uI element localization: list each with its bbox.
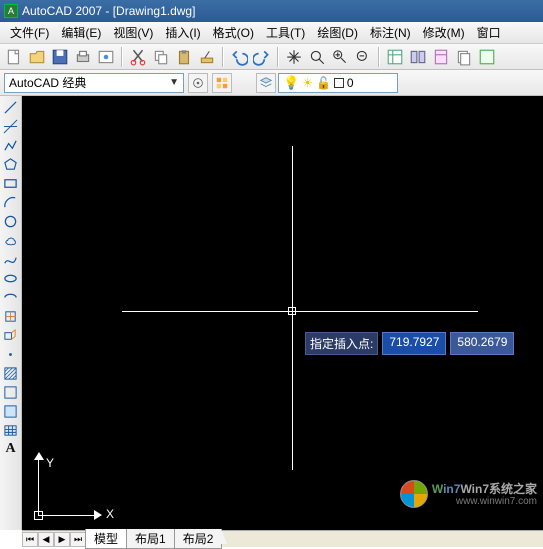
pan-icon[interactable] xyxy=(284,47,304,67)
design-center-icon[interactable] xyxy=(408,47,428,67)
dyn-prompt: 指定插入点: xyxy=(305,332,378,355)
undo-icon[interactable] xyxy=(229,47,249,67)
tab-model[interactable]: 模型 xyxy=(85,529,127,549)
tab-nav-prev-icon[interactable]: ◀ xyxy=(38,532,54,547)
tab-layout2[interactable]: 布局2 xyxy=(174,529,223,549)
separator xyxy=(222,47,224,67)
point-icon[interactable] xyxy=(2,345,20,363)
layer-toolbar: 💡 ☀ 🔓 0 xyxy=(256,73,398,93)
dynamic-input: 指定插入点: 719.7927 580.2679 xyxy=(305,332,514,355)
menu-tools[interactable]: 工具(T) xyxy=(260,22,311,43)
redo-icon[interactable] xyxy=(252,47,272,67)
window-title: AutoCAD 2007 - [Drawing1.dwg] xyxy=(22,4,195,18)
menu-bar: 文件(F) 编辑(E) 视图(V) 插入(I) 格式(O) 工具(T) 绘图(D… xyxy=(0,22,543,44)
color-swatch xyxy=(334,78,344,88)
ellipse-icon[interactable] xyxy=(2,269,20,287)
plot-preview-icon[interactable] xyxy=(96,47,116,67)
table-icon[interactable] xyxy=(2,421,20,439)
work-area: A 指定插入点: 719.7927 580.2679 Y X Win7Win7系… xyxy=(0,96,543,530)
menu-annotate[interactable]: 标注(N) xyxy=(364,22,417,43)
tab-layout1[interactable]: 布局1 xyxy=(126,529,175,549)
ucs-icon: Y X xyxy=(30,448,120,528)
zoom-previous-icon[interactable] xyxy=(353,47,373,67)
menu-modify[interactable]: 修改(M) xyxy=(417,22,471,43)
print-icon[interactable] xyxy=(73,47,93,67)
construction-line-icon[interactable] xyxy=(2,117,20,135)
save-icon[interactable] xyxy=(50,47,70,67)
dyn-x[interactable]: 719.7927 xyxy=(382,332,446,355)
windows-logo-icon xyxy=(400,480,428,508)
draw-toolbar: A xyxy=(0,96,22,530)
tool-palettes-icon[interactable] xyxy=(431,47,451,67)
crosshair-horizontal xyxy=(122,311,478,312)
arc-icon[interactable] xyxy=(2,193,20,211)
text-icon[interactable]: A xyxy=(2,440,20,458)
layout-tabs: ⏮ ◀ ▶ ⏭ 模型 布局1 布局2 xyxy=(22,530,543,547)
new-icon[interactable] xyxy=(4,47,24,67)
bulb-icon: 💡 xyxy=(283,75,299,91)
open-icon[interactable] xyxy=(27,47,47,67)
match-icon[interactable] xyxy=(197,47,217,67)
polyline-icon[interactable] xyxy=(2,136,20,154)
markup-icon[interactable] xyxy=(477,47,497,67)
pick-box xyxy=(288,307,296,315)
lock-icon: 🔓 xyxy=(316,76,331,90)
separator xyxy=(277,47,279,67)
watermark: Win7Win7系统之家 www.winwin7.com xyxy=(400,480,537,508)
workspace-bar: AutoCAD 经典 ▼ 💡 ☀ 🔓 0 xyxy=(0,70,543,96)
sheetset-icon[interactable] xyxy=(454,47,474,67)
menu-insert[interactable]: 插入(I) xyxy=(159,22,206,43)
layer-combo[interactable]: 💡 ☀ 🔓 0 xyxy=(278,73,398,93)
app-icon: A xyxy=(4,4,18,18)
menu-edit[interactable]: 编辑(E) xyxy=(55,22,107,43)
watermark-url: www.winwin7.com xyxy=(432,496,537,507)
ucs-y-label: Y xyxy=(46,456,54,470)
watermark-brand: Win7系统之家 xyxy=(460,482,537,496)
workspace-settings-icon[interactable] xyxy=(188,73,208,93)
ellipse-arc-icon[interactable] xyxy=(2,288,20,306)
drawing-canvas[interactable]: 指定插入点: 719.7927 580.2679 Y X Win7Win7系统之… xyxy=(22,96,543,530)
revcloud-icon[interactable] xyxy=(2,231,20,249)
menu-format[interactable]: 格式(O) xyxy=(207,22,260,43)
tab-nav-last-icon[interactable]: ⏭ xyxy=(70,532,86,547)
menu-view[interactable]: 视图(V) xyxy=(107,22,159,43)
circle-icon[interactable] xyxy=(2,212,20,230)
layer-manager-icon[interactable] xyxy=(256,73,276,93)
title-bar: A AutoCAD 2007 - [Drawing1.dwg] xyxy=(0,0,543,22)
sun-icon: ☀ xyxy=(302,76,313,90)
ucs-x-label: X xyxy=(106,507,114,521)
menu-file[interactable]: 文件(F) xyxy=(4,22,55,43)
copy-icon[interactable] xyxy=(151,47,171,67)
separator xyxy=(121,47,123,67)
zoom-window-icon[interactable] xyxy=(330,47,350,67)
hatch-icon[interactable] xyxy=(2,364,20,382)
menu-window[interactable]: 窗口 xyxy=(471,22,507,43)
paste-icon[interactable] xyxy=(174,47,194,67)
dyn-y[interactable]: 580.2679 xyxy=(450,332,514,355)
layer-name: 0 xyxy=(347,76,354,90)
chevron-down-icon: ▼ xyxy=(169,77,179,88)
spline-icon[interactable] xyxy=(2,250,20,268)
workspace-combo[interactable]: AutoCAD 经典 ▼ xyxy=(4,73,184,93)
standard-toolbar xyxy=(0,44,543,70)
gradient-icon[interactable] xyxy=(2,383,20,401)
workspace-lock-icon[interactable] xyxy=(212,73,232,93)
region-icon[interactable] xyxy=(2,402,20,420)
properties-icon[interactable] xyxy=(385,47,405,67)
insert-block-icon[interactable] xyxy=(2,307,20,325)
cut-icon[interactable] xyxy=(128,47,148,67)
workspace-value: AutoCAD 经典 xyxy=(9,74,86,91)
separator xyxy=(378,47,380,67)
line-icon[interactable] xyxy=(2,98,20,116)
menu-draw[interactable]: 绘图(D) xyxy=(311,22,364,43)
polygon-icon[interactable] xyxy=(2,155,20,173)
rectangle-icon[interactable] xyxy=(2,174,20,192)
zoom-realtime-icon[interactable] xyxy=(307,47,327,67)
make-block-icon[interactable] xyxy=(2,326,20,344)
tab-nav-first-icon[interactable]: ⏮ xyxy=(22,532,38,547)
tab-nav-next-icon[interactable]: ▶ xyxy=(54,532,70,547)
